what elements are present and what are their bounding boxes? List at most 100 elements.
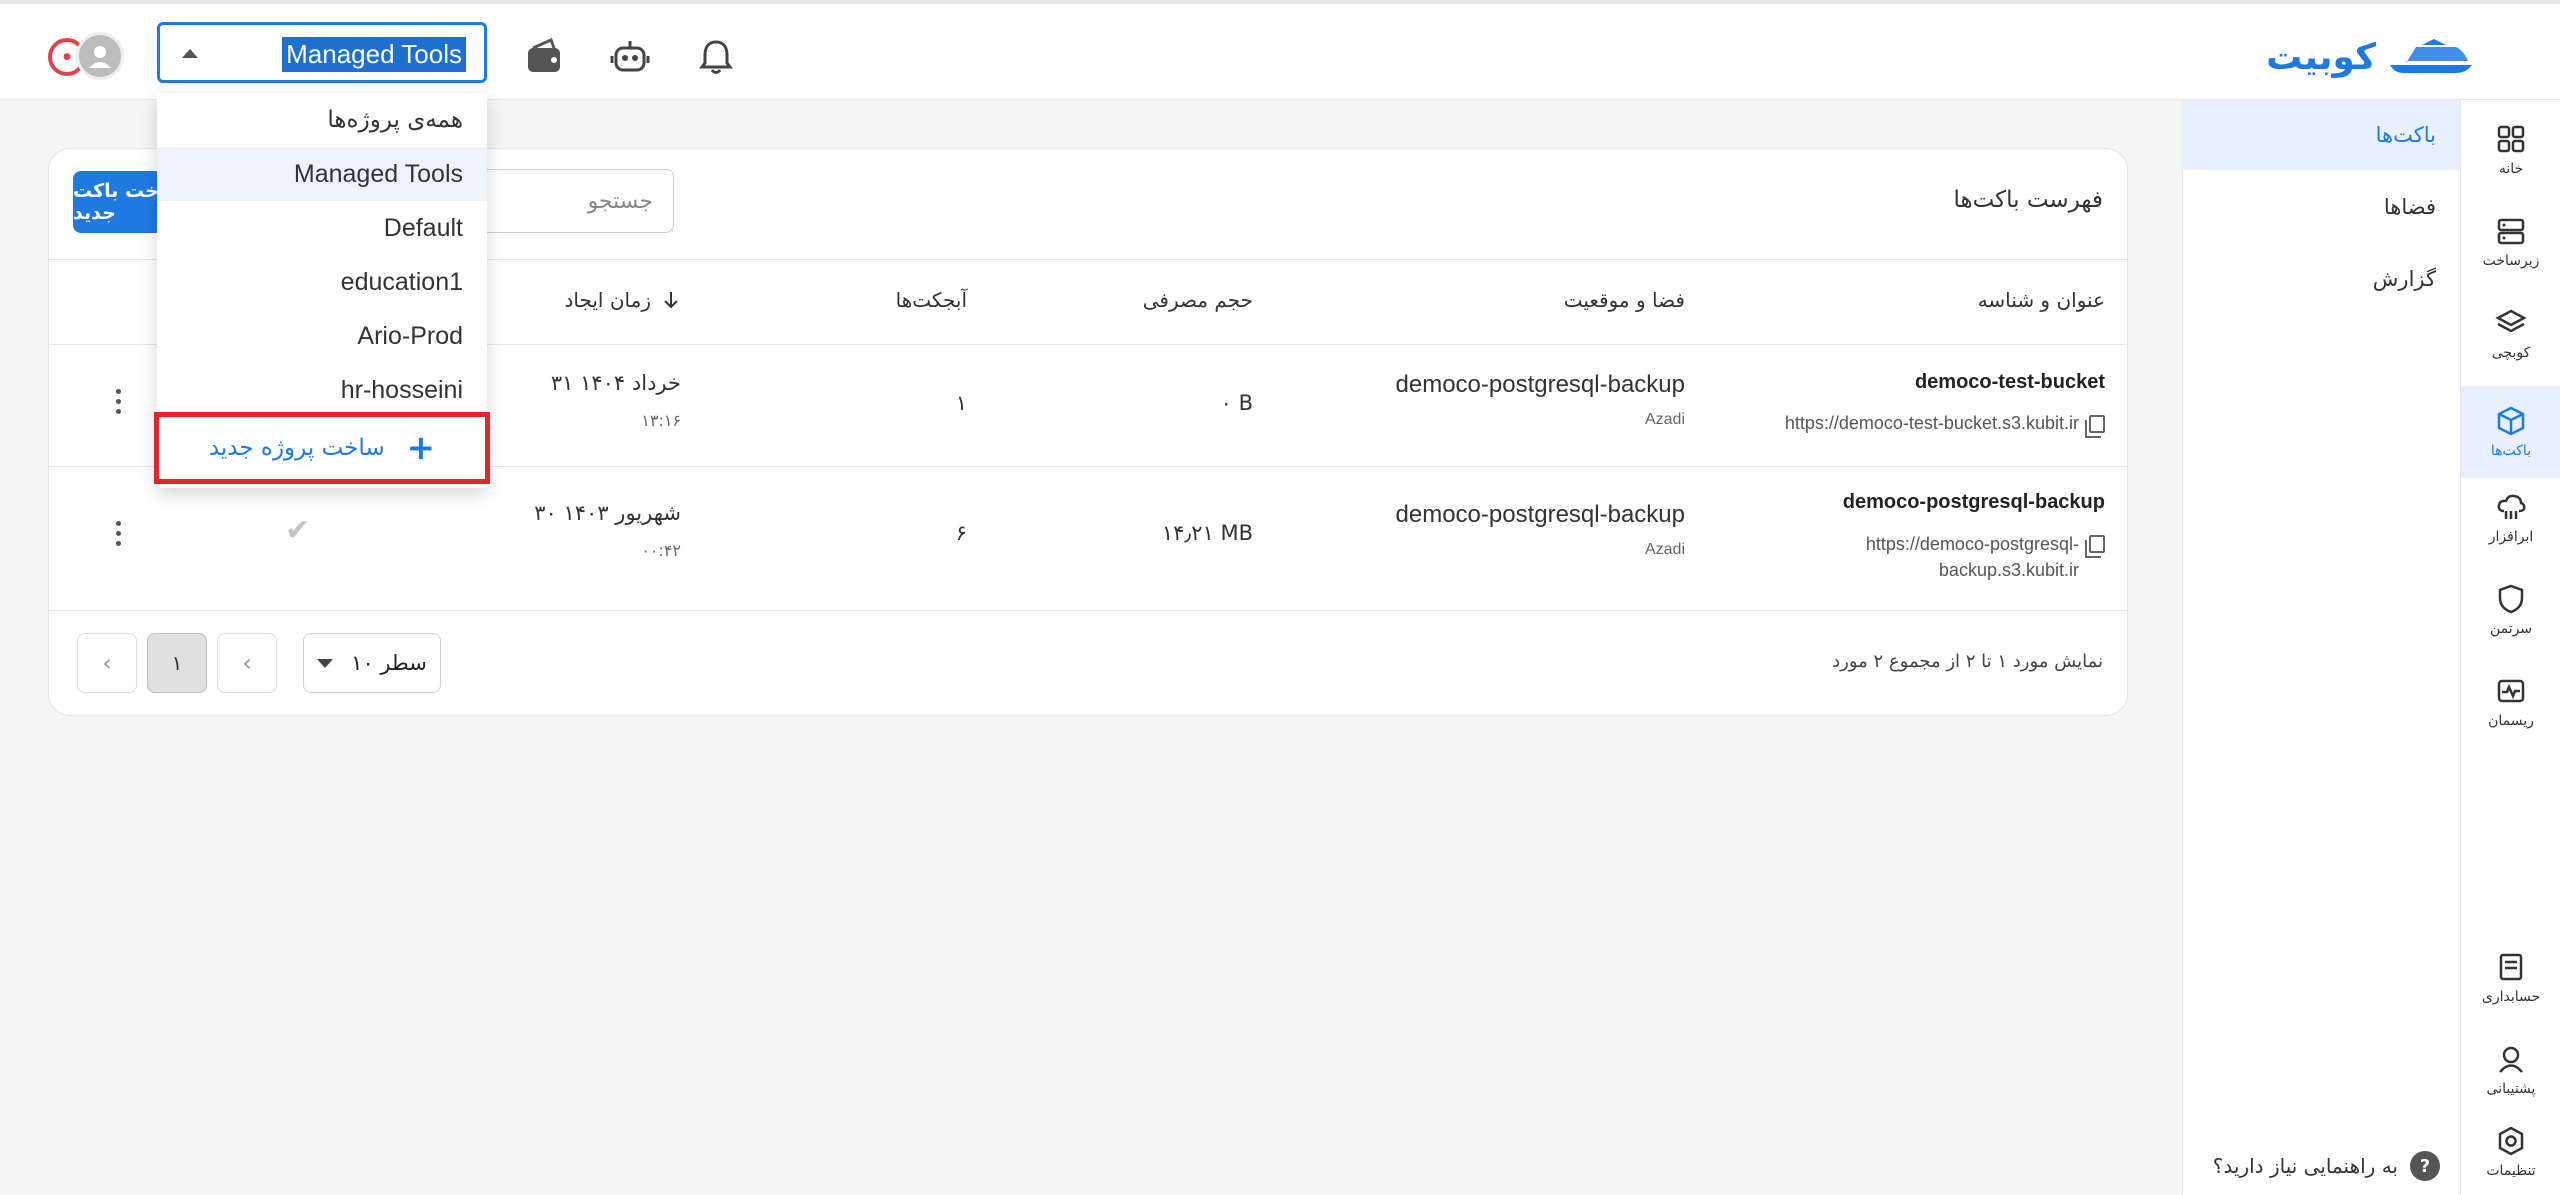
bucket-url-line: backup.s3.kubit.ir [1938, 560, 2079, 580]
rail-label: پشتیبانی [2486, 1081, 2536, 1097]
bell-icon[interactable] [695, 36, 737, 78]
project-select[interactable]: Managed Tools [157, 22, 487, 83]
rail-item-sartaman[interactable]: سرتمن [2461, 570, 2560, 650]
row-menu-icon[interactable] [113, 521, 123, 546]
rail-label: کوبچی [2491, 345, 2531, 361]
column-objects: آبجکت‌ها [895, 288, 967, 312]
robot-icon[interactable] [609, 36, 651, 78]
avatar[interactable] [76, 32, 124, 80]
card-title: فهرست باکت‌ها [1953, 187, 2103, 213]
bucket-url[interactable]: https://democo-postgresql- backup.s3.kub… [1866, 531, 2105, 583]
copy-icon[interactable] [2085, 535, 2105, 558]
space-location: Azadi [1644, 411, 1685, 428]
dropdown-item-default[interactable]: Default [157, 201, 487, 255]
created-date: ۳۰ شهریور ۱۴۰۳ [534, 501, 681, 525]
row-menu-icon[interactable] [113, 389, 123, 414]
server-icon [2497, 218, 2525, 245]
created-date: ۳۱ خرداد ۱۴۰۴ [550, 371, 681, 395]
space-name: democo-postgresql-backup [1395, 371, 1686, 398]
pagination-info: نمایش مورد ۱ تا ۲ از مجموع ۲ مورد [1832, 651, 2103, 672]
column-created-label: زمان ایجاد [564, 288, 651, 312]
layers-icon [2495, 309, 2527, 333]
copy-icon[interactable] [2085, 414, 2105, 438]
dropdown-item-ario-prod[interactable]: Ario-Prod [157, 309, 487, 363]
billing-icon [2499, 953, 2523, 981]
rail-label: خانه [2498, 161, 2524, 177]
rail-item-home[interactable]: خانه [2461, 110, 2560, 190]
dropdown-item-hr-hosseini[interactable]: hr-hosseini [157, 363, 487, 417]
cube-icon [2497, 406, 2525, 436]
support-icon [2499, 1046, 2523, 1073]
project-select-value: Managed Tools [282, 37, 466, 72]
arrow-down-icon [664, 292, 678, 309]
rail-label: ریسمان [2488, 713, 2534, 729]
rows-per-page-select[interactable]: ۱۰ سطر [303, 633, 441, 693]
rail-item-cloud-apps[interactable]: ابرافزار [2461, 478, 2560, 558]
plus-icon: + [406, 428, 436, 468]
wallet-icon[interactable] [523, 36, 565, 78]
check-icon: ✔ [285, 513, 311, 548]
bucket-url-text: https://democo-test-bucket.s3.kubit.ir [1784, 413, 2079, 433]
rail-label: ابرافزار [2488, 529, 2534, 545]
settings-icon [2498, 1126, 2524, 1156]
space-location: Azadi [1644, 541, 1685, 558]
user-menu[interactable]: ● [48, 32, 126, 80]
logo-text: کوبیت [2266, 36, 2376, 78]
column-size: حجم مصرفی [1142, 288, 1253, 312]
rail-label: زیرساخت [2482, 253, 2540, 269]
subnav-item-report[interactable]: گزارش [2182, 244, 2460, 314]
rail-item-infrastructure[interactable]: زیرساخت [2461, 202, 2560, 282]
shield-icon [2498, 584, 2524, 614]
sub-nav: باکت‌ها فضاها گزارش به راهنمایی نیاز دار… [2182, 100, 2460, 1195]
next-page-button[interactable]: ‹ [217, 633, 277, 693]
rail-item-settings[interactable]: تنظیمات [2461, 1112, 2560, 1192]
table-row[interactable]: democo-postgresql-backup https://democo-… [49, 467, 2127, 611]
rail-item-risman[interactable]: ریسمان [2461, 662, 2560, 742]
prev-page-button[interactable]: ‹ [77, 633, 137, 693]
created-time: ۱۳:۱۶ [641, 411, 681, 430]
bucket-url-text: https://democo-postgresql- backup.s3.kub… [1866, 531, 2079, 583]
create-project-label: ساخت پروژه جدید [208, 435, 385, 461]
logo[interactable]: کوبیت [2266, 32, 2476, 82]
rail-label: تنظیمات [2486, 1163, 2536, 1179]
grid-icon [2497, 125, 2525, 153]
created-time: ۰۰:۴۲ [641, 541, 681, 560]
size-value: ۱۴٫۲۱ MB [1161, 521, 1253, 545]
objects-count: ۱ [955, 391, 967, 415]
subnav-item-buckets[interactable]: باکت‌ها [2182, 100, 2460, 170]
bucket-url-line: https://democo-postgresql- [1865, 534, 2079, 554]
rail-item-buckets[interactable]: باکت‌ها [2461, 386, 2560, 478]
question-icon: ? [2410, 1151, 2440, 1181]
objects-count: ۶ [955, 521, 967, 545]
help-link[interactable]: به راهنمایی نیاز دارید؟ ? [2213, 1151, 2440, 1181]
space-name: democo-postgresql-backup [1395, 501, 1686, 528]
cloud-app-icon [2497, 494, 2526, 519]
size-value: ۰ B [1220, 391, 1253, 415]
dropdown-item-education1[interactable]: education1 [157, 255, 487, 309]
rail-item-kubchi[interactable]: کوبچی [2461, 294, 2560, 374]
dropdown-item-all-projects[interactable]: همه‌ی پروژه‌ها [157, 93, 487, 147]
column-created[interactable]: زمان ایجاد [564, 288, 681, 312]
user-icon [89, 46, 111, 68]
caret-down-icon [317, 658, 334, 668]
create-project-button[interactable]: ساخت پروژه جدید + [154, 412, 490, 484]
rows-per-page-value: ۱۰ سطر [351, 651, 427, 675]
bucket-name: democo-test-bucket [1914, 371, 2105, 393]
column-space: فضا و موقعیت [1563, 288, 1685, 312]
caret-up-icon [182, 49, 198, 58]
main-nav-rail: خانه زیرساخت کوبچی باکت‌ها ابرافزار سرتم… [2460, 100, 2560, 1195]
bucket-name: democo-postgresql-backup [1842, 491, 2105, 513]
column-title: عنوان و شناسه [1977, 288, 2105, 312]
rail-label: سرتمن [2489, 621, 2533, 637]
rail-label: باکت‌ها [2490, 443, 2532, 459]
rail-label: حسابداری [2481, 989, 2541, 1005]
subnav-item-spaces[interactable]: فضاها [2182, 172, 2460, 242]
rail-item-billing[interactable]: حسابداری [2461, 938, 2560, 1018]
pulse-icon [2497, 679, 2525, 703]
project-dropdown: همه‌ی پروژه‌ها Managed Tools Default edu… [154, 93, 490, 488]
bucket-url[interactable]: https://democo-test-bucket.s3.kubit.ir [1784, 413, 2105, 438]
current-page-button[interactable]: ۱ [147, 633, 207, 693]
dropdown-item-managed-tools[interactable]: Managed Tools [157, 147, 487, 201]
rail-item-support[interactable]: پشتیبانی [2461, 1030, 2560, 1110]
boat-logo-icon [2390, 39, 2472, 73]
